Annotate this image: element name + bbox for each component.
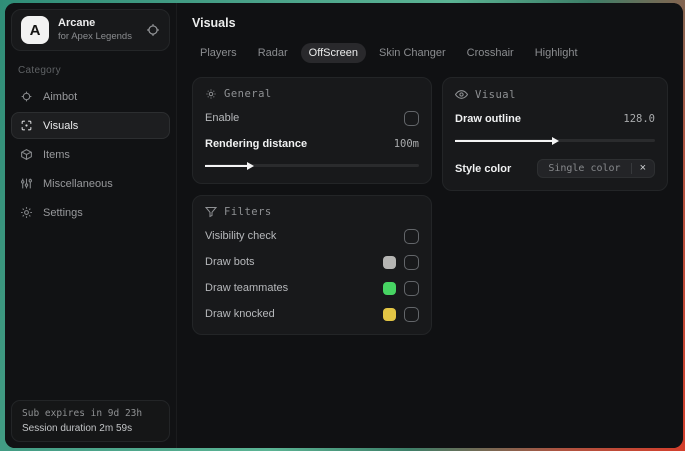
close-icon[interactable]: × [630, 163, 654, 174]
gear-icon [20, 206, 33, 219]
tab-crosshair[interactable]: Crosshair [459, 43, 522, 63]
sub-expires-text: Sub expires in 9d 23h [22, 408, 143, 419]
app-title: Arcane [58, 17, 96, 30]
page-title: Visuals [192, 16, 236, 30]
tab-highlight[interactable]: Highlight [527, 43, 586, 63]
rendering-distance-fill [205, 161, 254, 170]
funnel-icon [205, 206, 217, 218]
right-column: Visual Draw outline 128.0 Style color Si… [442, 77, 668, 191]
filters-card-title: Filters [224, 206, 272, 218]
filter-label: Draw knocked [205, 308, 275, 320]
box-icon [20, 148, 33, 161]
draw-bots-checkbox[interactable] [404, 254, 419, 270]
draw-outline-label: Draw outline [455, 113, 522, 125]
sliders-icon [20, 177, 33, 190]
subscription-info: Sub expires in 9d 23h Session duration 2… [11, 400, 170, 442]
style-color-chip-label: Single color [548, 163, 621, 174]
rendering-distance-label: Rendering distance [205, 138, 308, 150]
filters-card: Filters Visibility check Draw bots Draw … [192, 195, 432, 335]
logo-card: A Arcane for Apex Legends [11, 9, 170, 51]
sidebar: A Arcane for Apex Legends Category Aimbo… [5, 3, 177, 448]
filter-label: Visibility check [205, 230, 277, 242]
scan-icon [20, 119, 33, 132]
draw-outline-slider[interactable] [455, 134, 655, 146]
tab-players[interactable]: Players [192, 43, 245, 63]
sidebar-item-aimbot[interactable]: Aimbot [11, 83, 170, 110]
filter-row: Draw teammates [205, 280, 419, 296]
general-card: General Enable Rendering distance 100m [192, 77, 432, 184]
enable-row: Enable [205, 110, 419, 126]
crosshair-icon [20, 90, 33, 103]
sidebar-item-settings[interactable]: Settings [11, 199, 170, 226]
visual-card: Visual Draw outline 128.0 Style color Si… [442, 77, 668, 191]
category-label: Category [18, 65, 61, 76]
enable-label: Enable [205, 112, 240, 124]
style-color-label: Style color [455, 162, 512, 175]
rendering-distance-slider[interactable] [205, 159, 419, 171]
sidebar-item-label: Items [43, 148, 70, 161]
style-color-row: Style color Single color × [455, 159, 655, 178]
tab-bar: Players Radar OffScreen Skin Changer Cro… [192, 43, 668, 63]
visual-card-header: Visual [455, 88, 655, 101]
filter-label: Draw bots [205, 256, 255, 268]
tab-offscreen[interactable]: OffScreen [300, 43, 366, 63]
logo-text: Arcane for Apex Legends [58, 17, 137, 43]
draw-teammates-checkbox[interactable] [404, 280, 419, 296]
filter-swatch[interactable] [383, 307, 396, 321]
visibility-check-checkbox[interactable] [404, 228, 419, 244]
sidebar-item-label: Miscellaneous [43, 177, 113, 190]
target-icon[interactable] [146, 23, 160, 37]
filter-row: Draw knocked [205, 306, 419, 322]
filter-swatch[interactable] [383, 281, 396, 295]
filter-swatch[interactable] [383, 255, 396, 269]
tab-radar[interactable]: Radar [250, 43, 296, 63]
general-card-title: General [224, 88, 272, 100]
draw-outline-row: Draw outline 128.0 [455, 111, 655, 127]
sidebar-item-label: Aimbot [43, 90, 78, 103]
filters-card-header: Filters [205, 206, 419, 218]
tab-skin-changer[interactable]: Skin Changer [371, 43, 454, 63]
enable-checkbox[interactable] [404, 110, 419, 126]
draw-knocked-checkbox[interactable] [404, 306, 419, 322]
style-color-chip[interactable]: Single color × [537, 159, 655, 178]
draw-outline-fill [455, 136, 559, 145]
filter-row: Visibility check [205, 228, 419, 244]
slider-thumb-arrow[interactable] [552, 136, 559, 145]
filter-row: Draw bots [205, 254, 419, 270]
sidebar-item-miscellaneous[interactable]: Miscellaneous [11, 170, 170, 197]
rendering-distance-value: 100m [393, 138, 419, 150]
sidebar-item-items[interactable]: Items [11, 141, 170, 168]
slider-thumb-arrow[interactable] [246, 161, 254, 170]
sun-icon [205, 88, 217, 100]
session-duration-text: Session duration 2m 59s [22, 423, 133, 434]
general-card-header: General [205, 88, 419, 100]
sidebar-item-visuals[interactable]: Visuals [11, 112, 170, 139]
app-subtitle: for Apex Legends [58, 30, 132, 42]
main-area: Visuals Players Radar OffScreen Skin Cha… [177, 3, 683, 448]
visual-card-title: Visual [475, 88, 516, 101]
rendering-distance-row: Rendering distance 100m [205, 136, 419, 152]
app-avatar: A [21, 16, 49, 44]
sidebar-item-label: Visuals [43, 119, 79, 132]
left-column: General Enable Rendering distance 100m F… [192, 77, 432, 335]
app-window: A Arcane for Apex Legends Category Aimbo… [5, 3, 683, 448]
sidebar-item-label: Settings [43, 206, 83, 219]
draw-outline-value: 128.0 [623, 113, 655, 125]
content: General Enable Rendering distance 100m F… [192, 77, 668, 335]
eye-icon [455, 88, 468, 101]
filter-label: Draw teammates [205, 282, 289, 294]
